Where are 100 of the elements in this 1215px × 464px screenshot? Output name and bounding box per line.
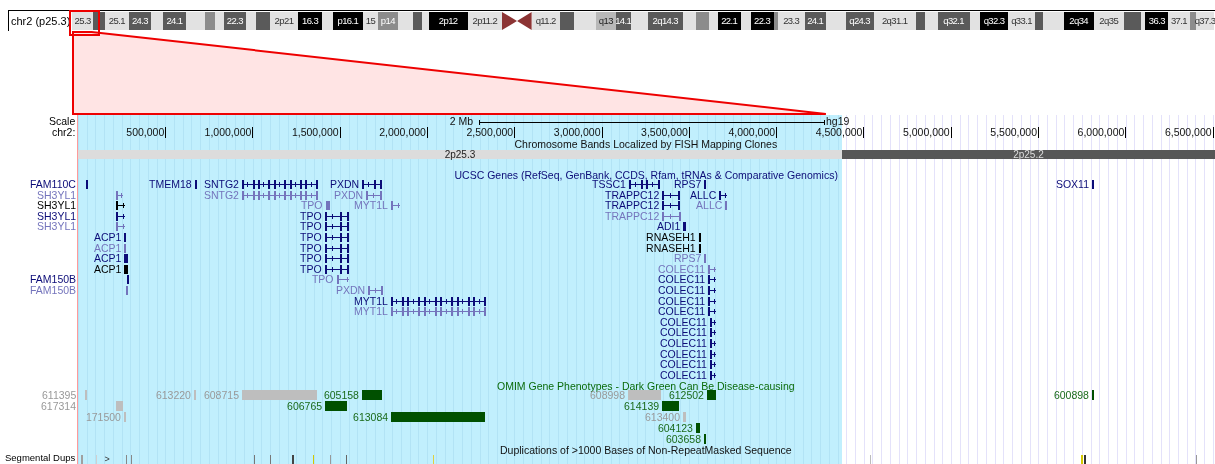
chromosome-band[interactable]: 2q34 [1063,12,1094,30]
gene-model[interactable] [325,263,349,274]
chromosome-band[interactable]: q11.2 [531,12,560,30]
gene-model[interactable] [718,189,727,200]
chromosome-band[interactable]: 22.3 [750,12,774,30]
gene-model[interactable] [699,232,702,242]
chromosome-band[interactable]: 2p21 [269,12,299,30]
gene-label[interactable]: COLEC11 [657,295,706,307]
gene-label[interactable]: ALLC [696,200,723,212]
gene-model[interactable] [325,232,349,242]
omim-bar[interactable] [325,401,348,411]
gene-model[interactable] [707,285,716,295]
omim-bar[interactable] [1091,390,1094,400]
chromosome-band[interactable]: 22.3 [223,12,246,30]
chromosome-band[interactable]: q32.1 [937,12,970,30]
gene-label[interactable]: TSSC1 [592,179,626,190]
chromosome-band[interactable]: 24.1 [163,12,186,30]
gene-model[interactable] [709,348,716,359]
chromosome-band[interactable] [773,12,778,30]
gene-label[interactable]: PXDN [329,179,360,190]
gene-label[interactable]: SH3YL1 [37,189,77,201]
gene-label[interactable]: COLEC11 [659,369,707,381]
cytoband-bar[interactable]: 2p25.3 [78,150,842,159]
gene-model[interactable] [629,179,660,189]
omim-label[interactable]: 612502 [668,390,704,401]
gene-label[interactable]: RNASEH1 [646,232,696,243]
chromosome-band[interactable]: q37.3 [1195,12,1215,30]
cytoband-bar[interactable]: 2p25.2 [841,150,1215,159]
gene-label[interactable]: ACP1 [93,232,122,243]
omim-label[interactable]: 613084 [353,412,389,423]
gene-model[interactable] [123,253,128,264]
gene-label[interactable]: COLEC11 [657,263,706,275]
gene-model[interactable] [709,338,716,348]
omim-bar[interactable] [695,423,700,433]
chromosome-band[interactable]: 2q31.1 [873,12,916,30]
gene-model[interactable] [325,253,349,264]
gene-label[interactable]: SH3YL1 [37,221,77,233]
gene-label[interactable]: TPO [300,221,322,233]
segdup-mark[interactable] [1083,455,1086,464]
gene-label[interactable]: COLEC11 [659,359,707,371]
gene-model[interactable] [707,295,716,306]
omim-label[interactable]: 603658 [665,434,701,445]
gene-label[interactable]: TPO [300,210,322,222]
chromosome-band[interactable]: 24.3 [128,12,151,30]
chromosome-band[interactable] [1140,12,1146,30]
gene-model[interactable] [361,179,382,189]
gene-label[interactable]: TPO [300,200,323,212]
gene-label[interactable]: TPO [300,232,322,243]
chromosome-band[interactable] [969,12,981,30]
gene-label[interactable]: ACP1 [93,242,122,254]
gene-label[interactable]: TPO [300,253,322,265]
chromosome-band[interactable]: 2p11.2 [467,12,502,30]
gene-label[interactable]: SNTG2 [203,179,239,190]
chromosome-band[interactable]: q33.1 [1007,12,1036,30]
gene-label[interactable]: FAM150B [30,274,77,286]
gene-model[interactable] [1091,179,1094,189]
omim-bar[interactable] [706,390,716,400]
gene-label[interactable]: RPS7 [673,253,702,265]
gene-model[interactable] [662,189,680,200]
chromosome-band[interactable]: q32.3 [980,12,1008,30]
gene-label[interactable]: PXDN [333,189,364,201]
segdup-mark[interactable] [292,455,295,464]
gene-label[interactable]: COLEC11 [659,327,707,339]
omim-label[interactable]: 605158 [323,390,359,401]
gene-model[interactable] [116,200,125,211]
gene-model[interactable] [127,274,130,285]
chromosome-band[interactable] [740,12,751,30]
gene-label[interactable]: SNTG2 [203,189,239,201]
gene-model[interactable] [709,359,716,370]
gene-label[interactable]: COLEC11 [659,338,707,349]
omim-label[interactable]: 604123 [657,423,693,434]
gene-label[interactable]: ACP1 [93,263,122,275]
gene-label[interactable]: TRAPPC12 [605,189,660,201]
omim-bar[interactable] [361,390,382,400]
gene-label[interactable]: MYT1L [354,295,388,307]
omim-bar[interactable] [703,434,706,444]
gene-label[interactable]: FAM110C [30,179,76,190]
gene-model[interactable] [325,221,349,232]
chromosome-band[interactable]: 22.1 [717,12,741,30]
gene-label[interactable]: COLEC11 [657,285,706,296]
gene-model[interactable] [703,179,706,189]
gene-model[interactable] [709,316,716,327]
gene-label[interactable]: TPO [311,274,334,286]
gene-model[interactable] [123,232,126,242]
gene-label[interactable]: FAM150B [30,285,77,296]
gene-label[interactable]: COLEC11 [657,274,706,286]
gene-model[interactable] [391,295,486,306]
chromosome-band[interactable]: q24.3 [845,12,874,30]
gene-model[interactable] [709,327,716,338]
gene-model[interactable] [86,179,89,189]
gene-label[interactable]: ACP1 [93,253,122,265]
gene-model[interactable] [683,221,686,232]
gene-model[interactable] [116,210,125,221]
gene-label[interactable]: COLEC11 [659,348,707,360]
chromosome-band[interactable]: 2p12 [428,12,468,30]
chromosome-band[interactable]: q13 [596,12,616,30]
gene-label[interactable]: RNASEH1 [646,242,696,254]
gene-label[interactable]: RPS7 [673,179,702,190]
gene-model[interactable] [709,369,716,380]
gene-label[interactable]: SH3YL1 [37,210,77,222]
